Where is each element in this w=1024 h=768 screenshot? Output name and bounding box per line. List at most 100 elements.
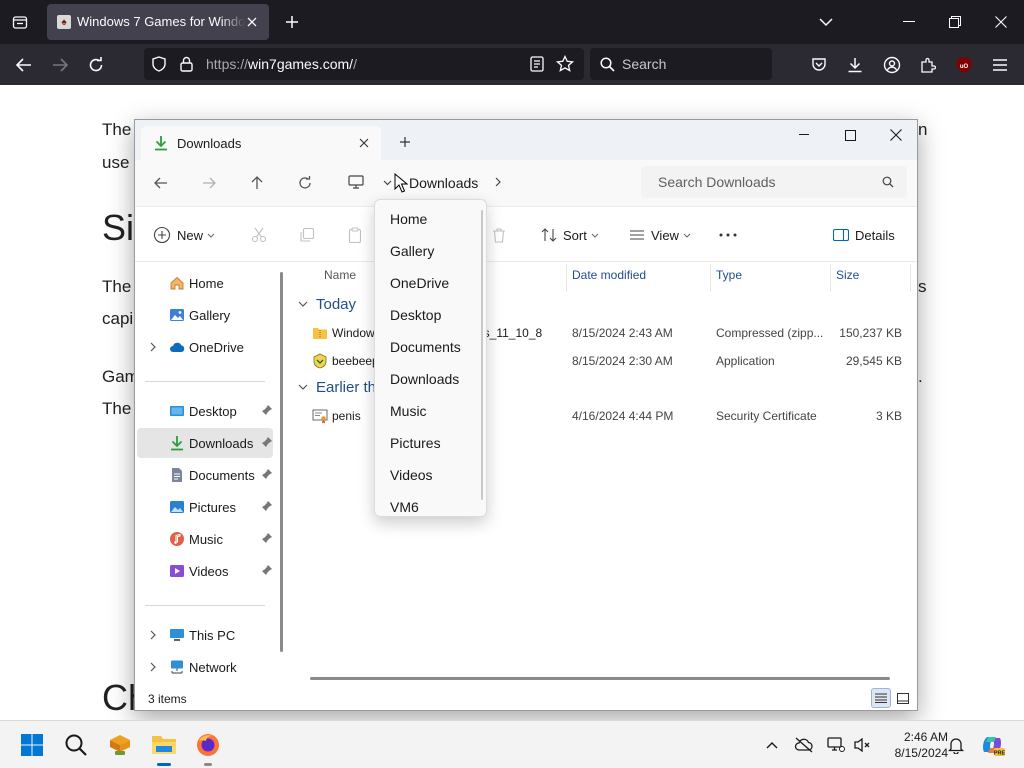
cut-button[interactable] [251, 221, 267, 249]
nav-item-music[interactable]: Music [137, 524, 273, 554]
extensions-button[interactable] [913, 50, 943, 80]
nav-item-documents[interactable]: Documents [137, 460, 273, 490]
menu-item-desktop[interactable]: Desktop [379, 299, 483, 329]
group-header-earlier[interactable]: Earlier th [298, 377, 376, 397]
nav-item-gallery[interactable]: Gallery [137, 300, 273, 330]
menu-item-pictures[interactable]: Pictures [379, 427, 483, 457]
search-button[interactable] [60, 729, 92, 761]
explorer-search-box[interactable]: Search Downloads [641, 166, 907, 198]
horizontal-scrollbar[interactable] [310, 677, 890, 680]
explorer-maximize-button[interactable] [827, 120, 873, 150]
show-hidden-icons-button[interactable] [762, 735, 782, 755]
nav-scrollbar[interactable] [280, 272, 283, 652]
menu-item-vm6[interactable]: VM6 [379, 491, 483, 516]
nav-item-pictures[interactable]: Pictures [137, 492, 273, 522]
nav-item-this-pc[interactable]: This PC [137, 620, 273, 650]
paste-button[interactable] [347, 221, 363, 249]
nav-item-home[interactable]: Home [137, 268, 273, 298]
pin-icon[interactable] [261, 564, 273, 576]
more-options-button[interactable] [719, 221, 737, 249]
column-header-size[interactable]: Size [836, 268, 859, 282]
breadcrumb-downloads[interactable]: Downloads [409, 175, 478, 191]
explorer-tab-downloads[interactable]: Downloads [141, 126, 381, 160]
nav-item-desktop[interactable]: Desktop [137, 396, 273, 426]
new-tab-button[interactable] [278, 8, 306, 36]
bookmark-star-icon[interactable] [556, 55, 574, 73]
network-tray-button[interactable] [826, 735, 846, 755]
back-button[interactable] [9, 50, 39, 80]
details-pane-button[interactable]: Details [833, 221, 895, 249]
address-bar[interactable]: https://win7games.com// [144, 48, 584, 80]
nav-item-network[interactable]: Network [137, 652, 273, 682]
column-divider[interactable] [566, 264, 567, 292]
menu-item-gallery[interactable]: Gallery [379, 235, 483, 265]
web-search-bar[interactable]: Search [590, 48, 772, 80]
explorer-minimize-button[interactable] [781, 120, 827, 150]
close-tab-button[interactable] [243, 13, 261, 31]
pin-icon[interactable] [261, 404, 273, 416]
forward-button[interactable] [45, 50, 75, 80]
chevron-right-icon[interactable] [147, 629, 159, 641]
minimize-button[interactable] [886, 0, 932, 44]
nav-item-videos[interactable]: Videos [137, 556, 273, 586]
close-explorer-tab-button[interactable] [355, 134, 373, 152]
this-pc-icon[interactable] [348, 175, 364, 189]
reload-button[interactable] [81, 50, 111, 80]
sort-button[interactable]: Sort [541, 221, 599, 249]
close-window-button[interactable] [978, 0, 1024, 44]
ublock-button[interactable]: uO [949, 50, 979, 80]
browser-tab-active[interactable]: ♠ Windows 7 Games for Windows 11 and 10 [47, 4, 269, 40]
menu-item-downloads[interactable]: Downloads [379, 363, 483, 393]
group-header-today[interactable]: Today [298, 294, 356, 314]
column-header-date[interactable]: Date modified [572, 268, 646, 282]
taskbar-app-games[interactable] [104, 729, 136, 761]
firefox-view-button[interactable] [6, 8, 34, 36]
copy-button[interactable] [299, 221, 315, 249]
onedrive-tray-button[interactable] [794, 735, 814, 755]
account-button[interactable] [877, 50, 907, 80]
pin-icon[interactable] [261, 468, 273, 480]
start-button[interactable] [16, 729, 48, 761]
nav-item-downloads[interactable]: Downloads [137, 428, 273, 458]
menu-item-videos[interactable]: Videos [379, 459, 483, 489]
nav-item-onedrive[interactable]: OneDrive [137, 332, 273, 362]
volume-tray-button[interactable] [852, 735, 872, 755]
explorer-back-button[interactable] [145, 168, 177, 198]
delete-button[interactable] [491, 221, 507, 249]
taskbar-app-firefox[interactable] [192, 729, 224, 766]
copilot-button[interactable]: PRE [976, 729, 1008, 761]
pin-icon[interactable] [261, 500, 273, 512]
chevron-right-icon[interactable] [147, 661, 159, 673]
column-header-type[interactable]: Type [716, 268, 742, 282]
chevron-right-icon[interactable] [147, 341, 159, 353]
list-all-tabs-button[interactable] [812, 8, 840, 36]
taskbar-app-file-explorer[interactable] [148, 729, 180, 766]
restore-button[interactable] [932, 0, 978, 44]
pin-icon[interactable] [261, 436, 273, 448]
chevron-right-icon[interactable] [495, 177, 501, 187]
chevron-down-icon[interactable] [383, 180, 392, 186]
reader-view-icon[interactable] [530, 56, 544, 72]
column-divider[interactable] [830, 264, 831, 292]
explorer-close-button[interactable] [873, 120, 917, 150]
column-divider[interactable] [710, 264, 711, 292]
menu-scrollbar[interactable] [481, 210, 483, 500]
system-clock[interactable]: 2:46 AM 8/15/2024 [878, 729, 948, 761]
app-menu-button[interactable] [985, 50, 1015, 80]
menu-item-documents[interactable]: Documents [379, 331, 483, 361]
explorer-new-tab-button[interactable] [393, 130, 417, 154]
notifications-button[interactable] [946, 735, 966, 755]
menu-item-home[interactable]: Home [379, 203, 483, 233]
new-button[interactable]: New [153, 221, 215, 249]
view-button[interactable]: View [629, 221, 691, 249]
column-divider[interactable] [910, 264, 911, 292]
pin-icon[interactable] [261, 532, 273, 544]
explorer-up-button[interactable] [241, 168, 273, 198]
explorer-forward-button[interactable] [193, 168, 225, 198]
details-view-toggle[interactable] [871, 688, 891, 708]
breadcrumb[interactable]: Downloads [335, 168, 635, 198]
menu-item-music[interactable]: Music [379, 395, 483, 425]
menu-item-onedrive[interactable]: OneDrive [379, 267, 483, 297]
pocket-button[interactable] [804, 50, 834, 80]
tiles-view-toggle[interactable] [893, 688, 913, 708]
